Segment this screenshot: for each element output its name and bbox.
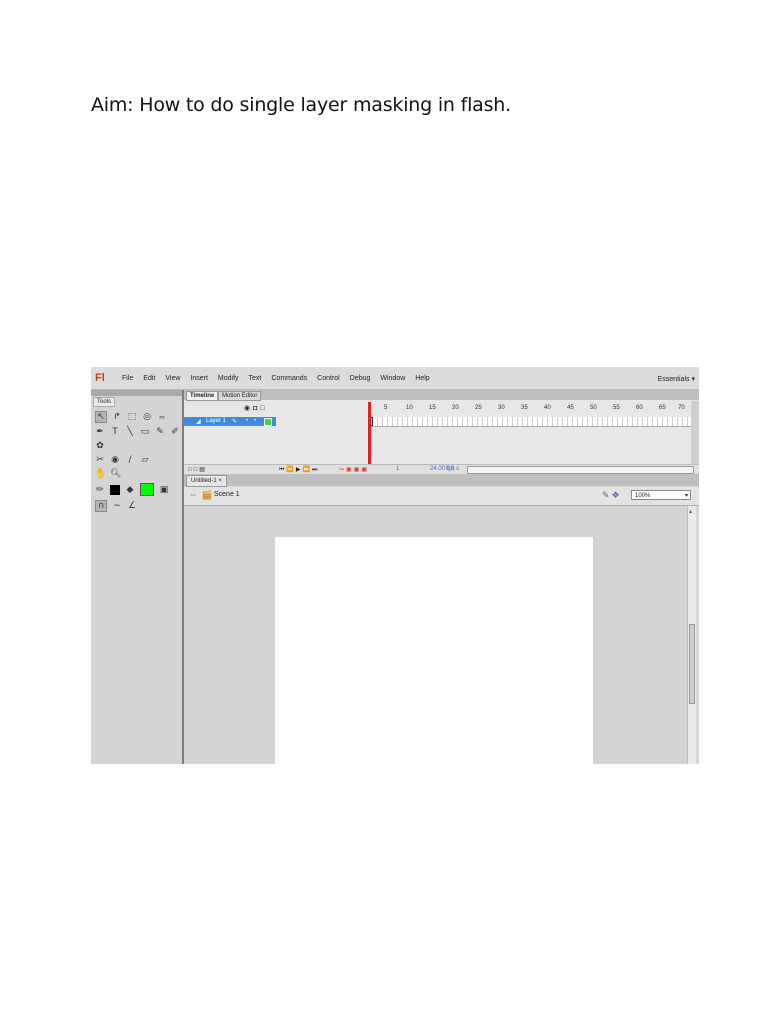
- timeline-ruler[interactable]: ◉◘□ 5 10 15 20 25 30 35 40 45 50 55 60 6…: [184, 401, 699, 414]
- selection-tool-icon[interactable]: ↖: [95, 411, 107, 423]
- document-tab-bar: Untitled-1 ×: [184, 474, 699, 487]
- timeline-footer: □□▤ ⏮⏪▶⏩⏭ ↪▣▣▣ 1 24.00 fps 0.0 s: [184, 464, 699, 474]
- zoom-select[interactable]: 100% ▾: [631, 490, 691, 500]
- brush-tool-icon[interactable]: ✐: [170, 427, 180, 437]
- elapsed-time: 0.0 s: [446, 466, 460, 472]
- playhead[interactable]: [368, 402, 371, 472]
- snap-magnet-icon[interactable]: ∩: [95, 500, 107, 512]
- flash-screenshot: Fl File Edit View Insert Modify Text Com…: [91, 367, 699, 764]
- playback-controls-icons[interactable]: ⏮⏪▶⏩⏭: [279, 466, 319, 474]
- menu-control[interactable]: Control: [312, 375, 345, 382]
- frame-number: 40: [544, 405, 551, 411]
- edit-scene-symbol-icons[interactable]: ✎❖: [602, 490, 622, 501]
- edit-bar: ⇦ 🎬︎ Scene 1 ✎❖ 100% ▾: [184, 487, 699, 506]
- 3d-rotation-tool-icon[interactable]: ◎: [142, 412, 152, 422]
- lasso-tool-icon[interactable]: ₘ: [157, 412, 167, 422]
- stroke-color-icon: ✏: [96, 484, 104, 495]
- layer-row[interactable]: ◢ Layer 1 ✎ • •: [184, 417, 276, 426]
- pencil-icon: ✎: [232, 419, 238, 425]
- menu-text[interactable]: Text: [244, 375, 267, 382]
- free-transform-tool-icon[interactable]: ⬚: [127, 412, 137, 422]
- lock-dot-icon[interactable]: •: [254, 418, 256, 424]
- onion-skin-icons[interactable]: ↪▣▣▣: [339, 466, 369, 473]
- menu-insert[interactable]: Insert: [185, 375, 213, 382]
- frame-number: 15: [429, 405, 436, 411]
- panel-collapse-strip[interactable]: [91, 390, 182, 396]
- paint-bucket-tool-icon[interactable]: ◉: [110, 455, 120, 465]
- stroke-color-swatch[interactable]: [110, 484, 120, 495]
- menu-modify[interactable]: Modify: [213, 375, 244, 382]
- frame-track[interactable]: [368, 417, 694, 427]
- frame-number: 65: [659, 405, 666, 411]
- timeline-horizontal-scrollbar[interactable]: [467, 466, 694, 474]
- pen-tool-icon[interactable]: ✒: [95, 427, 105, 437]
- stage[interactable]: [275, 537, 593, 764]
- document-tab[interactable]: Untitled-1 ×: [186, 475, 227, 487]
- zoom-tool-icon[interactable]: 🔍︎: [110, 469, 121, 479]
- timeline-vertical-scrollbar[interactable]: [691, 401, 699, 464]
- frame-number: 70: [678, 405, 685, 411]
- menu-file[interactable]: File: [117, 375, 138, 382]
- rectangle-tool-icon[interactable]: ▭: [140, 427, 150, 437]
- line-tool-icon[interactable]: ╲: [125, 427, 135, 437]
- bone-tool-icon[interactable]: ✂: [95, 455, 105, 465]
- frame-number: 20: [452, 405, 459, 411]
- back-arrow-icon[interactable]: ⇦: [190, 491, 196, 499]
- scene-icon: 🎬︎: [201, 490, 213, 500]
- frame-number: 60: [636, 405, 643, 411]
- visibility-dot-icon[interactable]: •: [246, 418, 248, 424]
- subselection-tool-icon[interactable]: ↱: [112, 412, 122, 422]
- straighten-icon[interactable]: ∠: [127, 501, 137, 511]
- frame-number: 45: [567, 405, 574, 411]
- frame-number: 35: [521, 405, 528, 411]
- swap-colors-icon[interactable]: ▣: [159, 485, 169, 495]
- deco-tool-icon[interactable]: ✿: [95, 441, 105, 451]
- frame-number: 25: [475, 405, 482, 411]
- zoom-value: 100%: [635, 493, 651, 499]
- stage-vertical-scrollbar[interactable]: ▴: [687, 506, 696, 764]
- menu-edit[interactable]: Edit: [138, 375, 160, 382]
- fill-color-swatch[interactable]: [140, 483, 154, 496]
- layer-name[interactable]: Layer 1: [206, 418, 226, 424]
- outline-color-icon[interactable]: [264, 418, 272, 426]
- frame-number: 55: [613, 405, 620, 411]
- eraser-tool-icon[interactable]: ▱: [140, 455, 150, 465]
- frame-number: 50: [590, 405, 597, 411]
- scene-label: Scene 1: [214, 491, 240, 498]
- tools-tab[interactable]: Tools: [93, 397, 116, 407]
- scroll-up-arrow-icon[interactable]: ▴: [689, 508, 692, 515]
- fill-color-icon: ◆: [126, 484, 134, 495]
- workspace-switcher[interactable]: Essentials ▾: [658, 375, 695, 383]
- current-frame: 1: [396, 466, 400, 472]
- tab-timeline[interactable]: Timeline: [186, 391, 219, 401]
- pencil-tool-icon[interactable]: ✎: [155, 427, 165, 437]
- text-tool-icon[interactable]: T: [110, 427, 120, 437]
- pasteboard[interactable]: [184, 506, 687, 764]
- menu-window[interactable]: Window: [375, 375, 410, 382]
- eyedropper-tool-icon[interactable]: ∕: [125, 455, 135, 465]
- menu-help[interactable]: Help: [410, 375, 434, 382]
- menu-view[interactable]: View: [160, 375, 185, 382]
- document-title: Aim: How to do single layer masking in f…: [91, 94, 511, 116]
- hand-tool-icon[interactable]: ✋: [95, 469, 106, 479]
- frame-number: 10: [406, 405, 413, 411]
- smooth-icon[interactable]: ∼: [112, 501, 122, 511]
- timeline-panel: Timeline Motion Editor ◉◘□ 5 10 15 20 25…: [184, 390, 699, 474]
- menu-debug[interactable]: Debug: [345, 375, 376, 382]
- frame-number: 30: [498, 405, 505, 411]
- layer-icon: ◢: [196, 419, 201, 425]
- menu-bar: Fl File Edit View Insert Modify Text Com…: [91, 367, 699, 390]
- chevron-down-icon[interactable]: ▾: [685, 491, 688, 501]
- menu-commands[interactable]: Commands: [266, 375, 312, 382]
- tab-motion-editor[interactable]: Motion Editor: [218, 391, 262, 401]
- frame-number: 5: [384, 405, 388, 411]
- tools-panel: Tools ↖ ↱ ⬚ ◎ ₘ ✒ T ╲ ▭ ✎ ✐ ✿ ✂ ◉ ∕ ▱ ✋ …: [91, 390, 184, 764]
- flash-logo: Fl: [95, 372, 105, 384]
- new-layer-folder-delete-icons[interactable]: □□▤: [188, 466, 207, 473]
- layer-visibility-lock-outline-icons: ◉◘□: [244, 405, 268, 412]
- scroll-thumb[interactable]: [689, 624, 695, 704]
